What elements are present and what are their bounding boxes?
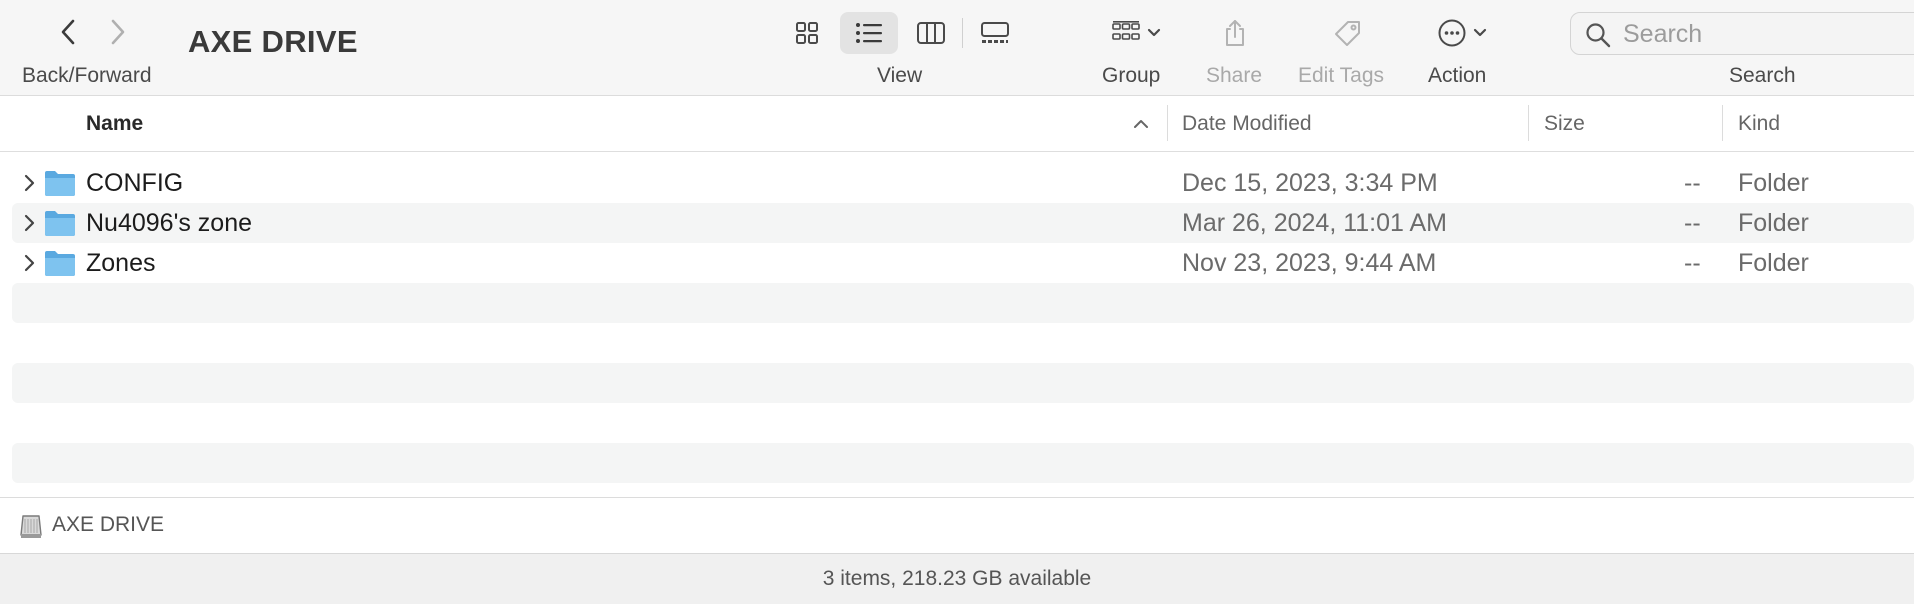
disclosure-triangle-icon[interactable] [22, 253, 36, 273]
column-divider[interactable] [1167, 105, 1168, 141]
chevron-right-icon [111, 19, 125, 45]
disclosure-triangle-icon[interactable] [22, 213, 36, 233]
share-label: Share [1206, 64, 1263, 87]
empty-row [12, 363, 1914, 403]
view-label: View [877, 64, 923, 87]
window-title: AXE DRIVE [188, 24, 358, 59]
column-name[interactable]: Name [86, 96, 143, 152]
sort-ascending-icon[interactable] [1132, 114, 1150, 134]
column-date-modified[interactable]: Date Modified [1182, 96, 1312, 152]
column-header: Name Date Modified Size Kind [0, 96, 1914, 152]
file-size: -- [1684, 248, 1701, 277]
file-kind: Folder [1738, 168, 1809, 197]
column-kind[interactable]: Kind [1738, 96, 1780, 152]
action-label: Action [1428, 64, 1487, 87]
group-icon [1112, 21, 1140, 40]
status-bar: 3 items, 218.23 GB available [0, 553, 1914, 604]
forward-button[interactable] [98, 12, 138, 52]
column-size[interactable]: Size [1544, 96, 1585, 152]
search-label: Search [1729, 64, 1796, 87]
external-drive-icon[interactable] [18, 514, 44, 540]
file-kind: Folder [1738, 208, 1809, 237]
file-name: Nu4096's zone [86, 208, 253, 237]
icon-view-button[interactable] [778, 12, 836, 54]
list-icon [856, 23, 882, 43]
file-row-config[interactable]: CONFIG Dec 15, 2023, 3:34 PM -- Folder [12, 163, 1914, 203]
action-button[interactable] [1432, 12, 1492, 54]
edit-tags-label: Edit Tags [1298, 64, 1384, 87]
file-date-modified: Dec 15, 2023, 3:34 PM [1182, 168, 1438, 197]
column-view-button[interactable] [902, 12, 960, 54]
empty-row [12, 283, 1914, 323]
edit-tags-button[interactable] [1330, 12, 1366, 54]
file-size: -- [1684, 208, 1701, 237]
list-view-button[interactable] [840, 12, 898, 54]
path-bar: AXE DRIVE [0, 497, 1914, 553]
gallery-icon [981, 22, 1009, 43]
back-forward-label: Back/Forward [22, 64, 152, 87]
group-button[interactable] [1106, 12, 1166, 54]
folder-icon [45, 251, 75, 276]
file-name: CONFIG [86, 168, 184, 197]
chevron-down-icon [1147, 28, 1161, 37]
columns-icon [917, 22, 945, 44]
file-date-modified: Mar 26, 2024, 11:01 AM [1182, 208, 1447, 237]
gallery-view-button[interactable] [966, 12, 1024, 54]
file-row-zones[interactable]: Zones Nov 23, 2023, 9:44 AM -- Folder [12, 243, 1914, 283]
folder-icon [45, 171, 75, 196]
folder-icon [45, 211, 75, 236]
search-icon [1586, 23, 1611, 48]
file-kind: Folder [1738, 248, 1809, 277]
tag-icon [1335, 21, 1360, 46]
empty-row [12, 443, 1914, 483]
path-location[interactable]: AXE DRIVE [52, 513, 164, 537]
ellipsis-circle-icon [1438, 19, 1466, 47]
group-label: Group [1102, 64, 1161, 87]
search-field[interactable] [1570, 12, 1914, 55]
view-separator [962, 18, 963, 48]
disclosure-triangle-icon[interactable] [22, 173, 36, 193]
grid-icon [796, 22, 818, 44]
column-divider[interactable] [1722, 105, 1723, 141]
chevron-down-icon [1473, 28, 1487, 37]
share-button[interactable] [1220, 12, 1250, 54]
chevron-left-icon [61, 19, 75, 45]
back-button[interactable] [48, 12, 88, 52]
file-row-nu4096-zone[interactable]: Nu4096's zone Mar 26, 2024, 11:01 AM -- … [12, 203, 1914, 243]
toolbar: Back/Forward AXE DRIVE View Group Share … [0, 0, 1914, 96]
file-date-modified: Nov 23, 2023, 9:44 AM [1182, 248, 1437, 277]
empty-row [12, 323, 1914, 363]
file-size: -- [1684, 168, 1701, 197]
share-icon [1226, 20, 1244, 46]
search-input[interactable] [1623, 17, 1913, 51]
file-name: Zones [86, 248, 156, 277]
empty-row [12, 403, 1914, 443]
column-divider[interactable] [1528, 105, 1529, 141]
status-text: 3 items, 218.23 GB available [822, 567, 1092, 590]
